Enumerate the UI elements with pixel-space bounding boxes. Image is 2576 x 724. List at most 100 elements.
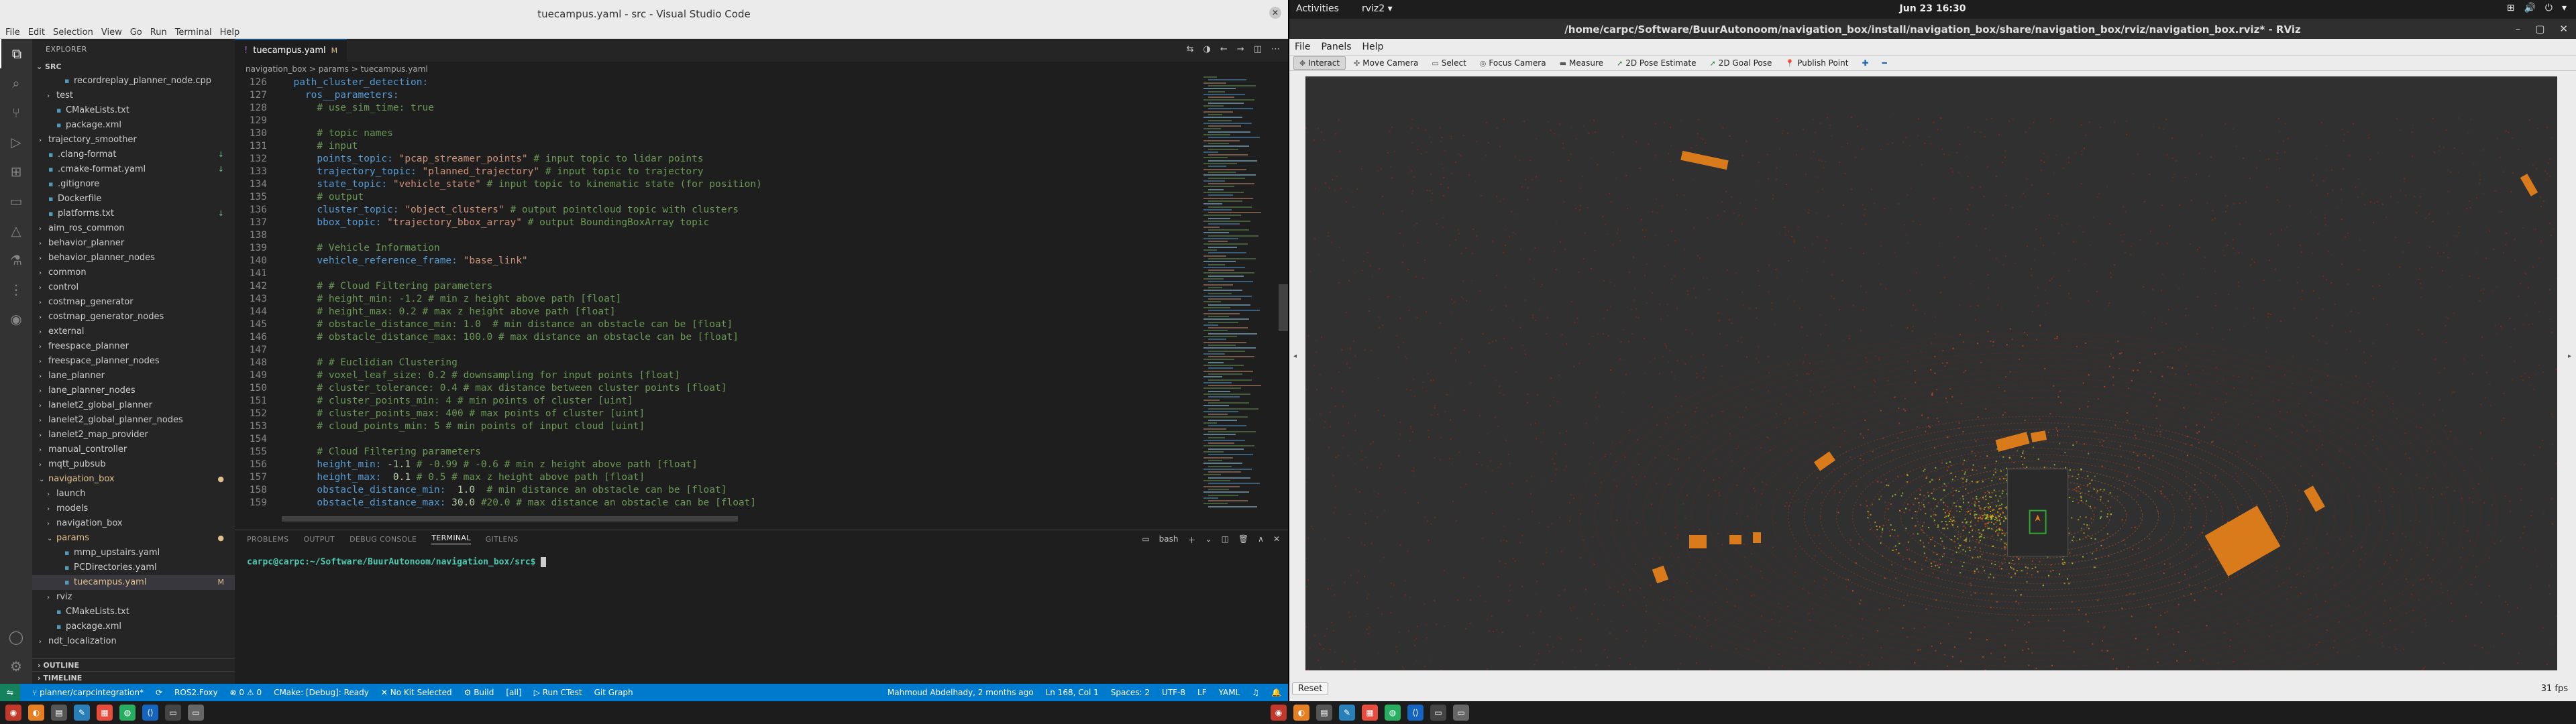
- split-terminal-icon[interactable]: ◫: [1222, 534, 1229, 546]
- files-icon[interactable]: ▤: [51, 705, 67, 721]
- tree-item[interactable]: › lanelet2_global_planner_nodes: [32, 413, 235, 428]
- maximize-icon[interactable]: ▢: [2535, 23, 2544, 35]
- tree-item[interactable]: ⌄ params ●: [32, 531, 235, 546]
- tree-item[interactable]: ▪ CMakeLists.txt: [32, 605, 235, 619]
- tree-item[interactable]: › launch: [32, 487, 235, 501]
- status-item[interactable]: ⊗ 0 ⚠ 0: [230, 688, 262, 697]
- git-graph-icon[interactable]: ⋮: [0, 275, 32, 304]
- forward-icon[interactable]: →: [1237, 44, 1244, 54]
- tree-item[interactable]: › costmap_generator_nodes: [32, 310, 235, 324]
- menu-item-edit[interactable]: Edit: [28, 27, 45, 38]
- ubuntu-apps-icon[interactable]: ◉: [5, 705, 21, 721]
- tree-item[interactable]: › models: [32, 501, 235, 516]
- panel-tab-terminal[interactable]: TERMINAL: [431, 534, 471, 544]
- split-editor-icon[interactable]: ◫: [1254, 44, 1262, 54]
- firefox-icon-2[interactable]: ◐: [1293, 705, 1309, 721]
- menu-item-view[interactable]: View: [101, 27, 122, 38]
- tool-publish-point[interactable]: 📍 Publish Point: [1780, 56, 1854, 70]
- status-item[interactable]: Mahmoud Abdelhady, 2 months ago: [888, 688, 1034, 697]
- chevron-down-icon[interactable]: ▾: [2562, 3, 2567, 13]
- chrome-icon-2[interactable]: ◍: [1385, 705, 1401, 721]
- tree-item[interactable]: › navigation_box: [32, 516, 235, 531]
- search-icon[interactable]: ⌕: [0, 68, 32, 98]
- close-icon[interactable]: ✕: [2559, 23, 2568, 35]
- tool-measure[interactable]: ▬ Measure: [1554, 56, 1609, 70]
- tree-item[interactable]: › freespace_planner_nodes: [32, 354, 235, 369]
- maximize-panel-icon[interactable]: ∧: [1258, 534, 1264, 546]
- minimize-icon[interactable]: –: [2516, 23, 2521, 35]
- tree-item[interactable]: ▪ package.xml: [32, 118, 235, 133]
- vscode-taskbar-icon-2[interactable]: ⟨⟩: [1407, 705, 1424, 721]
- status-item[interactable]: ▷ Run CTest: [534, 688, 582, 697]
- volume-icon[interactable]: 🔊: [2524, 3, 2535, 13]
- menu-item-go[interactable]: Go: [130, 27, 142, 38]
- rviz-menu-file[interactable]: File: [1295, 42, 1310, 52]
- cmake-icon[interactable]: △: [0, 216, 32, 245]
- tree-item[interactable]: › aim_ros_common: [32, 221, 235, 236]
- manage-gear-icon[interactable]: ⚙: [0, 652, 32, 681]
- tool-focus-camera[interactable]: ◎ Focus Camera: [1474, 56, 1552, 70]
- rviz-taskbar-icon-2[interactable]: ▭: [1453, 705, 1469, 721]
- tree-item[interactable]: ▪ package.xml: [32, 619, 235, 634]
- status-item[interactable]: ⑂ planner/carpcintegration*: [32, 688, 144, 697]
- tree-item[interactable]: › mqtt_pubsub: [32, 457, 235, 472]
- tool-2d-goal-pose[interactable]: ➚ 2D Goal Pose: [1705, 56, 1778, 70]
- status-item[interactable]: Spaces: 2: [1111, 688, 1150, 697]
- tree-item[interactable]: › costmap_generator: [32, 295, 235, 310]
- status-item[interactable]: LF: [1197, 688, 1207, 697]
- terminal-taskbar-icon-2[interactable]: ▭: [1430, 705, 1446, 721]
- trash-icon[interactable]: 🗑: [1238, 534, 1248, 546]
- menu-item-terminal[interactable]: Terminal: [175, 27, 212, 38]
- files-icon-2[interactable]: ▤: [1316, 705, 1332, 721]
- outline-section[interactable]: › OUTLINE: [32, 658, 235, 671]
- tree-item[interactable]: ▪ Dockerfile: [32, 192, 235, 206]
- status-item[interactable]: ⟳: [156, 688, 162, 697]
- right-dock-handle[interactable]: ▸: [2568, 353, 2572, 373]
- status-item[interactable]: YAML: [1219, 688, 1240, 697]
- remote-explorer-icon[interactable]: ▭: [0, 186, 32, 216]
- panel-tab-gitlens[interactable]: GITLENS: [486, 535, 519, 544]
- tree-item[interactable]: › freespace_planner: [32, 339, 235, 354]
- tab-tuecampus-yaml[interactable]: ! tuecampus.yaml M: [235, 39, 347, 62]
- tree-item[interactable]: ▪ tuecampus.yaml M: [32, 575, 235, 590]
- close-panel-icon[interactable]: ✕: [1273, 534, 1280, 546]
- git-compare-icon[interactable]: ⇆: [1187, 44, 1194, 54]
- ubuntu-apps-icon-2[interactable]: ◉: [1271, 705, 1287, 721]
- tree-item[interactable]: › behavior_planner: [32, 236, 235, 251]
- chrome-icon[interactable]: ◍: [119, 705, 136, 721]
- ros-icon[interactable]: ◉: [0, 304, 32, 334]
- minimap[interactable]: [1198, 76, 1279, 522]
- tree-item[interactable]: › lanelet2_map_provider: [32, 428, 235, 442]
- menu-item-help[interactable]: Help: [220, 27, 240, 38]
- menu-item-file[interactable]: File: [5, 27, 20, 38]
- more-actions-icon[interactable]: ⋯: [1271, 44, 1280, 54]
- code-view[interactable]: 126 path_cluster_detection: 127 ros__para…: [235, 76, 1201, 522]
- extensions-icon[interactable]: ⊞: [0, 157, 32, 186]
- tree-item[interactable]: › trajectory_smoother: [32, 133, 235, 147]
- tree-item[interactable]: › external: [32, 324, 235, 339]
- status-item[interactable]: [all]: [506, 688, 521, 697]
- panel-tab-output[interactable]: OUTPUT: [303, 535, 335, 544]
- network-icon[interactable]: ⊞: [2507, 3, 2515, 13]
- software-icon[interactable]: ▦: [97, 705, 113, 721]
- breadcrumb[interactable]: navigation_box > params > tuecampus.yaml: [235, 62, 1288, 76]
- tree-item[interactable]: ▪ .cmake-format.yaml ↓: [32, 162, 235, 177]
- text-editor-icon-2[interactable]: ✎: [1339, 705, 1355, 721]
- firefox-icon[interactable]: ◐: [28, 705, 44, 721]
- tool-move-camera[interactable]: ✣ Move Camera: [1348, 56, 1424, 70]
- status-item[interactable]: CMake: [Debug]: Ready: [274, 688, 369, 697]
- tree-item[interactable]: ⌄ navigation_box ●: [32, 472, 235, 487]
- vertical-scrollbar[interactable]: [1279, 76, 1288, 522]
- status-item[interactable]: ROS2.Foxy: [174, 688, 218, 697]
- tree-item[interactable]: ▪ CMakeLists.txt: [32, 103, 235, 118]
- rviz-taskbar-icon[interactable]: ▭: [188, 705, 204, 721]
- tree-item[interactable]: › control: [32, 280, 235, 295]
- testing-icon[interactable]: ⚗: [0, 245, 32, 275]
- status-item[interactable]: ⚙ Build: [464, 688, 494, 697]
- tree-item[interactable]: ▪ mmp_upstairs.yaml: [32, 546, 235, 560]
- tree-item[interactable]: › behavior_planner_nodes: [32, 251, 235, 265]
- reset-button[interactable]: Reset: [1292, 682, 1329, 695]
- terminal[interactable]: carpc@carpc:~/Software/BuurAutonoom/navi…: [235, 548, 1288, 577]
- tree-item[interactable]: › lane_planner_nodes: [32, 383, 235, 398]
- menu-item-selection[interactable]: Selection: [53, 27, 93, 38]
